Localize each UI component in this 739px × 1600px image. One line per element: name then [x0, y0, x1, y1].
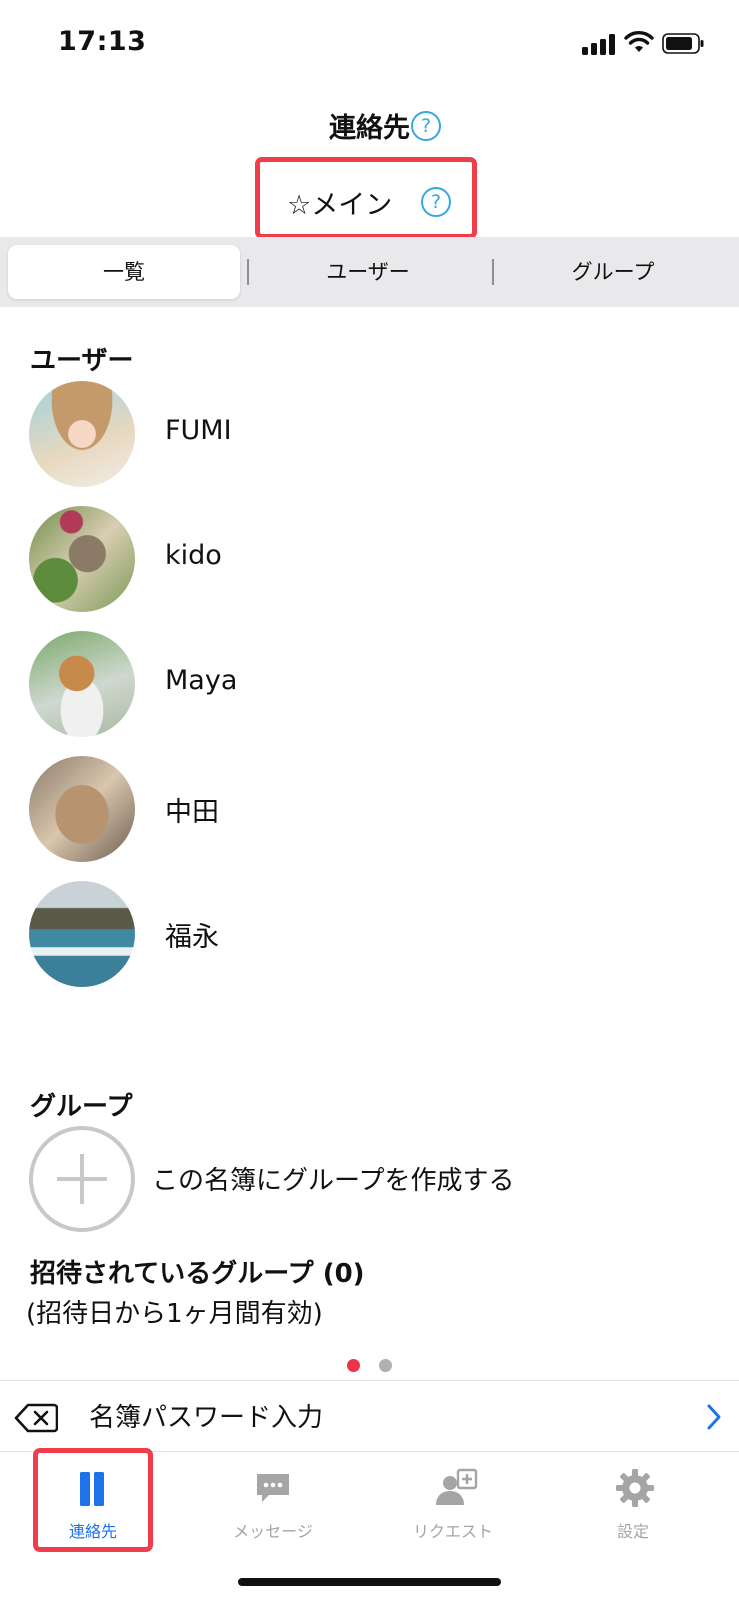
book-help-icon[interactable]: ?	[421, 187, 451, 217]
segment-list[interactable]: 一覧	[8, 245, 240, 299]
user-row[interactable]: 福永	[0, 881, 739, 991]
user-avatar	[29, 381, 135, 487]
user-avatar	[29, 881, 135, 987]
user-name: FUMI	[165, 415, 232, 446]
gear-icon	[616, 1469, 654, 1507]
invited-groups-heading: 招待されているグループ (0)	[30, 1259, 365, 1289]
user-row[interactable]: FUMI	[0, 381, 739, 491]
groups-heading: グループ	[30, 1092, 133, 1122]
help-icon[interactable]: ?	[411, 111, 441, 141]
delete-backspace-icon[interactable]	[14, 1403, 58, 1433]
tab-messages[interactable]: メッセージ	[213, 1452, 333, 1552]
invited-groups-note: (招待日から1ヶ月間有効)	[26, 1299, 323, 1329]
password-entry-bar[interactable]: 名簿パスワード入力	[0, 1380, 739, 1452]
user-row[interactable]: kido	[0, 506, 739, 616]
segment-divider	[247, 259, 249, 285]
wifi-icon	[624, 31, 654, 52]
segmented-control: 一覧 ユーザー グループ	[0, 237, 739, 307]
address-book-name[interactable]: ☆メイン	[287, 183, 392, 222]
segment-users[interactable]: ユーザー	[250, 245, 486, 299]
user-name: kido	[165, 540, 222, 571]
page-title: 連絡先	[329, 113, 410, 144]
tab-highlight-box	[33, 1448, 153, 1552]
tab-label: リクエスト	[412, 1522, 493, 1541]
user-name: Maya	[165, 665, 238, 696]
cellular-signal-icon	[582, 33, 618, 55]
chevron-right-icon[interactable]	[705, 1403, 723, 1431]
chat-bubble-icon	[257, 1474, 289, 1502]
status-time: 17:13	[58, 26, 147, 57]
battery-icon	[662, 33, 704, 54]
segment-groups[interactable]: グループ	[495, 245, 731, 299]
add-person-request-icon	[436, 1468, 478, 1505]
user-avatar	[29, 506, 135, 612]
user-avatar	[29, 631, 135, 737]
tab-requests[interactable]: リクエスト	[393, 1452, 513, 1552]
user-row[interactable]: Maya	[0, 631, 739, 741]
user-name: 福永	[165, 922, 219, 953]
add-group-plus-icon[interactable]	[29, 1126, 135, 1232]
segment-divider	[492, 259, 494, 285]
home-indicator[interactable]	[238, 1578, 501, 1586]
user-row[interactable]: 中田	[0, 756, 739, 866]
tab-label: 設定	[616, 1522, 649, 1541]
users-heading: ユーザー	[30, 346, 134, 376]
page-dot-active	[347, 1359, 360, 1372]
tab-settings[interactable]: 設定	[573, 1452, 693, 1552]
create-group-label[interactable]: この名簿にグループを作成する	[152, 1160, 514, 1197]
tab-label: メッセージ	[233, 1522, 313, 1541]
page-dot	[379, 1359, 392, 1372]
user-name: 中田	[165, 797, 219, 828]
password-entry-label[interactable]: 名簿パスワード入力	[89, 1397, 323, 1434]
user-avatar	[29, 756, 135, 862]
